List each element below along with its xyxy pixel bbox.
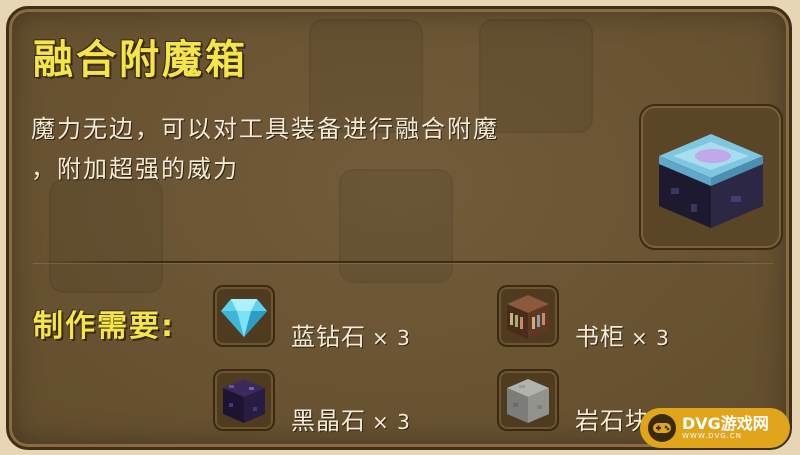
item-description: 魔力无边，可以对工具装备进行融合附魔 ，附加超强的威力 <box>31 109 611 189</box>
blue-diamond-icon <box>213 285 275 347</box>
obsidian-icon <box>213 369 275 431</box>
watermark-badge: DVG游戏网 WWW.DVG.CN <box>640 408 790 448</box>
material-qty: × 3 <box>372 326 411 350</box>
description-line-1: 魔力无边，可以对工具装备进行融合附魔 <box>31 115 499 143</box>
material-qty: × 3 <box>631 326 670 350</box>
enchant-box-icon <box>659 134 763 228</box>
watermark-url: WWW.DVG.CN <box>682 432 743 440</box>
gamepad-icon <box>648 414 676 442</box>
material-label-bookshelf: 书柜 × 3 <box>575 317 670 352</box>
description-line-2: ，附加超强的威力 <box>31 155 239 183</box>
item-info-panel: 融合附魔箱 魔力无边，可以对工具装备进行融合附魔 ，附加超强的威力 制作需要: <box>6 6 792 450</box>
requirements-label: 制作需要: <box>33 309 175 344</box>
bookshelf-icon <box>497 285 559 347</box>
material-label-obsidian: 黑晶石 × 3 <box>291 401 411 436</box>
material-name: 黑晶石 <box>291 407 366 435</box>
background-tile <box>49 179 163 293</box>
item-preview-slot <box>639 104 783 250</box>
item-title: 融合附魔箱 <box>33 37 248 83</box>
material-name: 蓝钻石 <box>291 323 366 351</box>
watermark-brand: DVG游戏网 <box>682 414 769 433</box>
stone-block-icon <box>497 369 559 431</box>
section-divider <box>33 261 773 263</box>
material-label-blue-diamond: 蓝钻石 × 3 <box>291 317 411 352</box>
material-qty: × 3 <box>372 410 411 434</box>
material-name: 书柜 <box>575 323 625 351</box>
material-name: 岩石块 <box>575 407 650 435</box>
watermark-text: DVG游戏网 WWW.DVG.CN <box>682 414 769 441</box>
